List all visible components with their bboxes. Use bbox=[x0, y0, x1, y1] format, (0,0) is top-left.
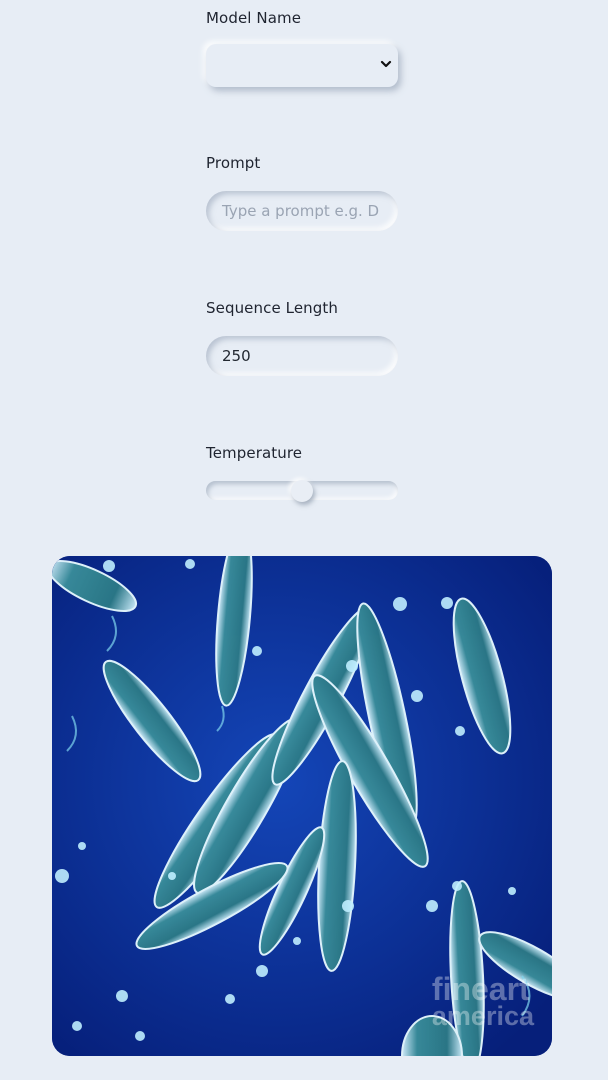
model-name-label: Model Name bbox=[206, 8, 398, 27]
temperature-slider-thumb[interactable] bbox=[291, 480, 313, 502]
sequence-length-input[interactable]: 250 bbox=[206, 336, 398, 376]
watermark: fineart america bbox=[431, 970, 534, 1032]
prompt-placeholder: Type a prompt e.g. D bbox=[222, 202, 380, 220]
model-name-label-text: Model Name bbox=[206, 9, 302, 27]
model-name-select[interactable] bbox=[206, 44, 398, 87]
sequence-length-value: 250 bbox=[222, 347, 251, 365]
prompt-label-text: Prompt bbox=[206, 154, 261, 172]
watermark-line-2: america bbox=[431, 1001, 534, 1032]
prompt-input[interactable]: Type a prompt e.g. D bbox=[206, 191, 398, 231]
temperature-label: Temperature bbox=[206, 443, 398, 462]
sequence-length-label: Sequence Length bbox=[206, 298, 398, 317]
microscope-image: fineart america bbox=[52, 556, 552, 1056]
sequence-length-label-text: Sequence Length bbox=[206, 299, 338, 317]
temperature-label-text: Temperature bbox=[206, 444, 303, 462]
watermark-line-1: fineart bbox=[431, 970, 530, 1007]
prompt-label: Prompt bbox=[206, 153, 398, 172]
chevron-down-icon bbox=[380, 60, 392, 68]
